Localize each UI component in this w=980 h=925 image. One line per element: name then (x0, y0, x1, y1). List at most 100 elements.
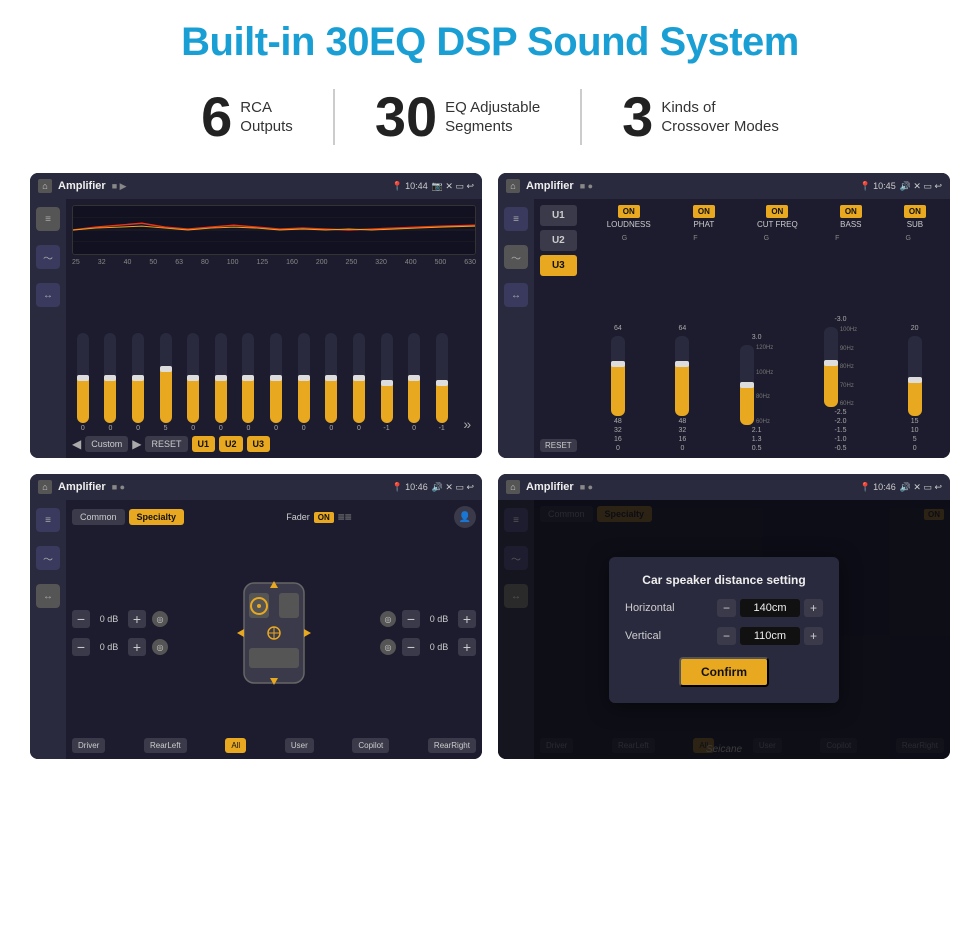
fader-specialty-tab[interactable]: Specialty (129, 509, 185, 525)
dist-app-name: Amplifier (526, 481, 574, 493)
fader-copilot-btn[interactable]: Copilot (352, 738, 389, 753)
cv-icon3[interactable]: ↔ (504, 283, 528, 307)
eq-slider-arr: » (463, 416, 471, 432)
fader-user-btn[interactable]: User (285, 738, 314, 753)
cv-sidebar: ≡ 〜 ↔ (498, 199, 534, 458)
page-wrapper: Built-in 30EQ DSP Sound System 6 RCA Out… (0, 0, 980, 925)
eq-topbar: ⌂ Amplifier ■ ▶ 📍 10:44 📷 ✕ ▭ ↩ (30, 173, 482, 199)
dist-confirm-btn[interactable]: Confirm (679, 657, 769, 687)
eq-custom-btn[interactable]: Custom (85, 436, 128, 452)
cv-cutfreq-toggle[interactable]: ON (766, 205, 788, 218)
cv-icon1[interactable]: ≡ (504, 207, 528, 231)
eq-graph (72, 205, 476, 255)
eq-slider-3: 0 (132, 333, 144, 432)
dist-vertical-input: − 110cm + (717, 627, 823, 645)
fader-vol-br: ◎ − 0 dB + (380, 638, 476, 656)
dist-horizontal-row: Horizontal − 140cm + (625, 599, 823, 617)
cv-bass-slider: -3.0 100Hz 9 (824, 316, 857, 452)
fader-driver-btn[interactable]: Driver (72, 738, 105, 753)
dist-horiz-value: 140cm (740, 599, 800, 617)
eq-slider-10: 0 (325, 333, 337, 432)
cv-bass-toggle[interactable]: ON (840, 205, 862, 218)
dist-home-icon[interactable]: ⌂ (506, 480, 520, 494)
fader-vol-tr-plus[interactable]: + (458, 610, 476, 628)
cv-home-icon[interactable]: ⌂ (506, 179, 520, 193)
eq-prev-btn[interactable]: ◀ (72, 437, 81, 451)
fader-speaker-br: ◎ (380, 639, 396, 655)
screens-grid: ⌂ Amplifier ■ ▶ 📍 10:44 📷 ✕ ▭ ↩ ≡ 〜 ↔ (30, 173, 950, 759)
fader-rearright-btn[interactable]: RearRight (428, 738, 476, 753)
fader-vol-br-minus[interactable]: − (402, 638, 420, 656)
cv-phat-toggle[interactable]: ON (693, 205, 715, 218)
fader-vol-bl-plus[interactable]: + (128, 638, 146, 656)
fader-speaker-tl: ◎ (152, 611, 168, 627)
fader-vol-tr-minus[interactable]: − (402, 610, 420, 628)
fader-common-tab[interactable]: Common (72, 509, 125, 525)
fader-all-btn[interactable]: All (225, 738, 246, 753)
fader-vol-bl-minus[interactable]: − (72, 638, 90, 656)
cv-u2-btn[interactable]: U2 (540, 230, 577, 251)
screen-fader: ⌂ Amplifier ■ ● 📍 10:46 🔊 ✕ ▭ ↩ ≡ 〜 ↔ (30, 474, 482, 759)
cv-slider-area: 64 48 32 16 0 (589, 246, 944, 452)
feature-crossover: 3 Kinds of Crossover Modes (582, 89, 819, 145)
fader-home-icon[interactable]: ⌂ (38, 480, 52, 494)
fader-content: Common Specialty Fader ON ≡≡ 👤 (66, 500, 482, 759)
dist-vert-plus[interactable]: + (804, 627, 823, 645)
eq-slider-7: 0 (242, 333, 254, 432)
fader-icon1[interactable]: ≡ (36, 508, 60, 532)
fader-icon2[interactable]: 〜 (36, 546, 60, 570)
cv-cutfreq: ON CUT FREQ (757, 205, 798, 229)
cv-u3-btn[interactable]: U3 (540, 255, 577, 276)
fader-user-icon[interactable]: 👤 (454, 506, 476, 528)
wave-icon[interactable]: 〜 (36, 245, 60, 269)
feature-eq: 30 EQ Adjustable Segments (335, 89, 582, 145)
dist-dialog-title: Car speaker distance setting (625, 573, 823, 587)
dist-vert-minus[interactable]: − (717, 627, 736, 645)
cv-sub-toggle[interactable]: ON (904, 205, 926, 218)
fader-right-vols: ◎ − 0 dB + ◎ − 0 dB + (380, 610, 476, 656)
screen-distance: ⌂ Amplifier ■ ● 📍 10:46 🔊 ✕ ▭ ↩ ≡ 〜 ↔ (498, 474, 950, 759)
eq-slider-4: 5 (160, 333, 172, 432)
cv-u1-btn[interactable]: U1 (540, 205, 577, 226)
dist-horizontal-input: − 140cm + (717, 599, 823, 617)
eq-u1-btn[interactable]: U1 (192, 436, 216, 452)
eq-bottom-bar: ◀ Custom ▶ RESET U1 U2 U3 (72, 436, 476, 452)
cv-main: ON LOUDNESS ON PHAT ON C (589, 205, 944, 452)
eq-u3-btn[interactable]: U3 (247, 436, 271, 452)
eq-slider-5: 0 (187, 333, 199, 432)
eq-u2-btn[interactable]: U2 (219, 436, 243, 452)
arrow-icon[interactable]: ↔ (36, 283, 60, 307)
dist-horiz-minus[interactable]: − (717, 599, 736, 617)
cv-sub-slider: 20 15 10 5 0 (908, 325, 922, 452)
features-row: 6 RCA Outputs 30 EQ Adjustable Segments … (30, 89, 950, 145)
fader-on-badge[interactable]: ON (314, 512, 334, 523)
fader-rearleft-btn[interactable]: RearLeft (144, 738, 187, 753)
fader-vol-tl-minus[interactable]: − (72, 610, 90, 628)
cv-loudness-toggle[interactable]: ON (618, 205, 640, 218)
screen-eq: ⌂ Amplifier ■ ▶ 📍 10:44 📷 ✕ ▭ ↩ ≡ 〜 ↔ (30, 173, 482, 458)
fader-left-vols: − 0 dB + ◎ − 0 dB + ◎ (72, 610, 168, 656)
fader-time: 📍 10:46 (391, 482, 427, 493)
fader-vol-br-plus[interactable]: + (458, 638, 476, 656)
eq-slider-14: -1 (436, 333, 448, 432)
eq-time: 📍 10:44 (391, 181, 427, 192)
fader-vol-tl-plus[interactable]: + (128, 610, 146, 628)
dist-horiz-plus[interactable]: + (804, 599, 823, 617)
eq-next-btn[interactable]: ▶ (132, 437, 141, 451)
eq-reset-btn[interactable]: RESET (145, 436, 187, 452)
eq-content: 2532405063 80100125160200 25032040050063… (66, 199, 482, 458)
fader-zone-row: Driver RearLeft All User Copilot RearRig… (72, 738, 476, 753)
fader-icon3[interactable]: ↔ (36, 584, 60, 608)
cv-icon2[interactable]: 〜 (504, 245, 528, 269)
fader-vol-tl: − 0 dB + ◎ (72, 610, 168, 628)
home-icon[interactable]: ⌂ (38, 179, 52, 193)
feature-number-crossover: 3 (622, 89, 653, 145)
eq-slider-9: 0 (298, 333, 310, 432)
eq-icon[interactable]: ≡ (36, 207, 60, 231)
cv-app-name: Amplifier (526, 180, 574, 192)
cv-channel-row: ON LOUDNESS ON PHAT ON C (589, 205, 944, 229)
dist-vert-value: 110cm (740, 627, 800, 645)
feature-number-eq: 30 (375, 89, 437, 145)
cv-reset-btn[interactable]: RESET (540, 439, 577, 452)
cv-loudness-slider: 64 48 32 16 0 (611, 325, 625, 452)
